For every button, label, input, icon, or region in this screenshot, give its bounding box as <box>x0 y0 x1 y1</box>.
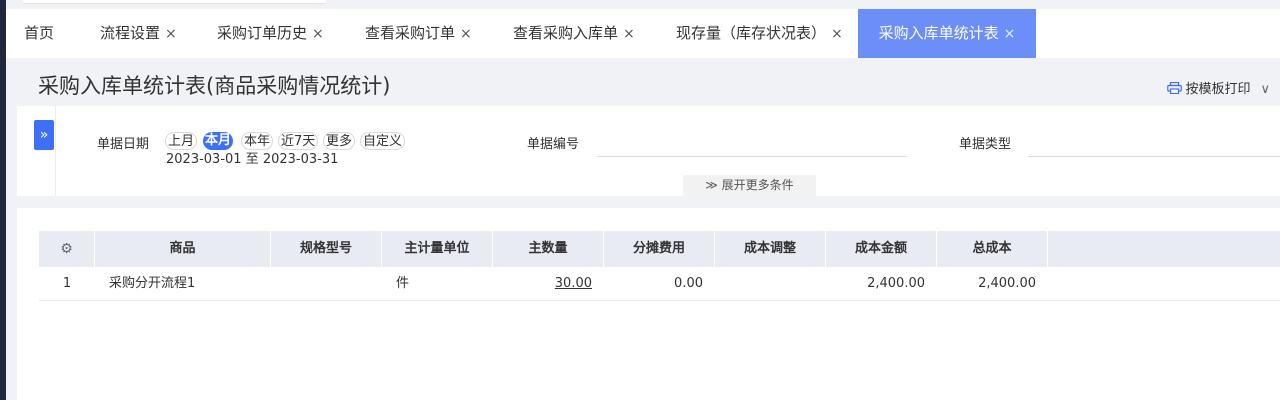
tab-label: 现存量（库存状况表） <box>676 24 827 42</box>
close-icon[interactable]: × <box>312 26 324 42</box>
date-label: 单据日期 <box>97 137 150 152</box>
tab-label: 采购入库单统计表 <box>878 24 999 42</box>
close-icon[interactable]: × <box>623 26 635 42</box>
section-gap <box>17 196 1280 208</box>
doc-type-label: 单据类型 <box>959 137 1012 152</box>
tab-purchase-order-history[interactable]: 采购订单历史 × <box>217 9 324 58</box>
report-table: ⚙ 商品 规格型号 主计量单位 主数量 分摊费用 成本调整 成本金额 总成本 1… <box>39 231 1280 301</box>
date-option-custom[interactable]: 自定义 <box>360 132 406 150</box>
cell-spec <box>271 267 382 301</box>
top-strip <box>6 0 1280 9</box>
tab-view-purchase-order[interactable]: 查看采购订单 × <box>365 9 472 58</box>
col-cost-amount[interactable]: 成本金额 <box>826 231 937 267</box>
table-row[interactable]: 1 采购分开流程1 件 30.00 0.00 2,400.00 2,400.00 <box>39 267 1280 301</box>
chevron-down-icon[interactable]: ∨ <box>1260 82 1270 97</box>
tab-purchase-receipt-stats[interactable]: 采购入库单统计表 × <box>858 9 1036 58</box>
expand-more-conditions-button[interactable]: ≫ 展开更多条件 <box>683 175 816 196</box>
page-title: 采购入库单统计表(商品采购情况统计) <box>38 74 391 98</box>
expand-sidebar-button[interactable]: » <box>34 120 54 150</box>
cell-cost-adjust <box>715 267 826 301</box>
doc-type-select[interactable] <box>1028 135 1280 157</box>
sidebar-edge <box>0 0 6 400</box>
tab-label: 查看采购入库单 <box>513 24 619 42</box>
panel-divider <box>55 106 56 196</box>
col-spec[interactable]: 规格型号 <box>271 231 382 267</box>
col-qty[interactable]: 主数量 <box>493 231 604 267</box>
col-total-cost[interactable]: 总成本 <box>937 231 1048 267</box>
qty-link[interactable]: 30.00 <box>555 276 592 291</box>
gear-icon: ⚙ <box>60 241 73 257</box>
print-label: 按模板打印 <box>1185 82 1251 97</box>
cell-qty[interactable]: 30.00 <box>493 267 604 301</box>
tab-bar: 首页 流程设置 × 采购订单历史 × 查看采购订单 × 查看采购入库单 × 现存量（库存… <box>6 9 1280 58</box>
close-icon[interactable]: × <box>831 26 843 42</box>
close-icon[interactable]: × <box>1004 26 1016 42</box>
filter-panel: » 单据日期 上月 本月 本年 近7天 更多 自定义 2023-03-01 至 … <box>17 106 1280 196</box>
column-settings-button[interactable]: ⚙ <box>39 231 95 267</box>
tab-label: 流程设置 <box>100 24 161 42</box>
tab-label: 首页 <box>24 24 55 42</box>
tab-home[interactable]: 首页 <box>24 9 54 58</box>
close-icon[interactable]: × <box>460 26 472 42</box>
doc-no-input[interactable] <box>597 135 907 157</box>
title-bar: 采购入库单统计表(商品采购情况统计) 按模板打印 ∨ <box>17 58 1280 106</box>
col-cost-adjust[interactable]: 成本调整 <box>715 231 826 267</box>
tab-label: 查看采购订单 <box>365 24 456 42</box>
cell-cost-amount: 2,400.00 <box>867 276 925 291</box>
cell-unit: 件 <box>396 276 410 291</box>
tab-label: 采购订单历史 <box>217 24 308 42</box>
col-alloc-cost[interactable]: 分摊费用 <box>604 231 715 267</box>
close-icon[interactable]: × <box>165 26 177 42</box>
tab-process-settings[interactable]: 流程设置 × <box>100 9 177 58</box>
table-header: ⚙ 商品 规格型号 主计量单位 主数量 分摊费用 成本调整 成本金额 总成本 <box>39 231 1280 267</box>
tab-view-purchase-receipt[interactable]: 查看采购入库单 × <box>513 9 635 58</box>
top-input-edge <box>23 0 326 4</box>
cell-total-cost: 2,400.00 <box>978 276 1036 291</box>
cell-product: 采购分开流程1 <box>109 276 196 291</box>
printer-icon <box>1167 81 1183 95</box>
tab-stock-status[interactable]: 现存量（库存状况表） × <box>676 9 843 58</box>
row-index: 1 <box>62 276 72 291</box>
report-content: ⚙ 商品 规格型号 主计量单位 主数量 分摊费用 成本调整 成本金额 总成本 1… <box>17 208 1280 400</box>
cell-alloc-cost: 0.00 <box>674 276 703 291</box>
date-range-text: 2023-03-01 至 2023-03-31 <box>166 152 339 167</box>
print-template-button[interactable]: 按模板打印 ∨ <box>1167 78 1270 97</box>
doc-no-label: 单据编号 <box>527 137 580 152</box>
col-unit[interactable]: 主计量单位 <box>382 231 493 267</box>
col-product[interactable]: 商品 <box>95 231 271 267</box>
